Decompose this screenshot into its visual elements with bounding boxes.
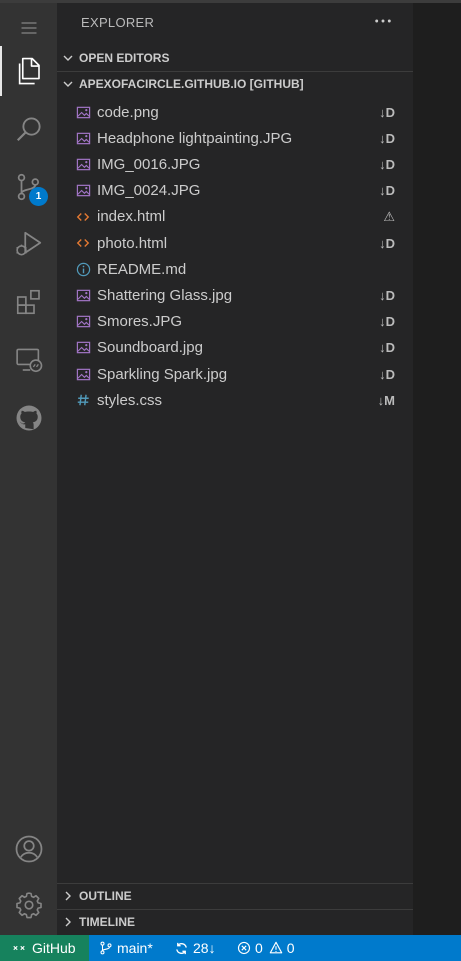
branch-indicator[interactable]: main* bbox=[99, 935, 153, 961]
file-row[interactable]: Headphone lightpainting.JPG ↓D bbox=[57, 125, 413, 151]
sync-indicator[interactable]: 28↓ bbox=[174, 935, 216, 961]
problems-indicator[interactable]: 0 0 bbox=[237, 935, 295, 961]
file-row[interactable]: index.html ⚠ bbox=[57, 204, 413, 230]
image-icon bbox=[75, 314, 91, 330]
file-row[interactable]: README.md bbox=[57, 256, 413, 282]
remote-label: GitHub bbox=[32, 940, 76, 956]
open-editors-label: OPEN EDITORS bbox=[79, 51, 170, 65]
warning-count: 0 bbox=[286, 940, 295, 956]
image-icon bbox=[75, 340, 91, 356]
file-row[interactable]: Soundboard.jpg ↓D bbox=[57, 335, 413, 361]
chevron-right-icon bbox=[57, 910, 79, 934]
file-name: Smores.JPG bbox=[97, 313, 183, 331]
file-status: ↓D bbox=[379, 235, 395, 251]
activity-search[interactable] bbox=[0, 104, 57, 154]
repo-label: APEXOFACIRCLE.GITHUB.IO [GITHUB] bbox=[79, 76, 304, 91]
chevron-down-icon bbox=[57, 72, 79, 96]
file-name: styles.css bbox=[97, 391, 163, 409]
remote-indicator[interactable]: GitHub bbox=[0, 935, 89, 961]
ellipsis-icon bbox=[375, 19, 391, 23]
file-name: Soundboard.jpg bbox=[97, 339, 203, 357]
files-icon bbox=[18, 57, 40, 85]
file-row[interactable]: IMG_0016.JPG ↓D bbox=[57, 151, 413, 177]
repo-section[interactable]: APEXOFACIRCLE.GITHUB.IO [GITHUB] bbox=[57, 71, 413, 95]
file-name: Shattering Glass.jpg bbox=[97, 286, 233, 304]
chevron-right-icon bbox=[57, 884, 79, 908]
editor-area bbox=[413, 3, 461, 935]
timeline-section[interactable]: TIMELINE bbox=[57, 909, 413, 933]
file-name: Headphone lightpainting.JPG bbox=[97, 129, 293, 147]
image-icon bbox=[75, 104, 91, 120]
image-icon bbox=[75, 130, 91, 146]
remote-explorer-icon bbox=[15, 348, 42, 373]
file-status: ↓D bbox=[379, 314, 395, 330]
branch-label: main* bbox=[117, 940, 153, 956]
file-name: IMG_0016.JPG bbox=[97, 155, 201, 173]
file-row[interactable]: Sparkling Spark.jpg ↓D bbox=[57, 361, 413, 387]
extensions-icon bbox=[16, 289, 40, 315]
error-count: 0 bbox=[255, 940, 263, 956]
gear-icon bbox=[15, 892, 42, 919]
error-icon bbox=[237, 941, 251, 955]
activity-explorer[interactable] bbox=[0, 46, 57, 96]
explorer-title: EXPLORER bbox=[81, 15, 155, 30]
file-name: photo.html bbox=[97, 234, 168, 252]
activity-manage[interactable] bbox=[0, 880, 57, 930]
file-status: ↓D bbox=[379, 183, 395, 199]
hamburger-icon bbox=[21, 22, 36, 34]
warning-icon bbox=[269, 941, 283, 954]
file-status: ↓D bbox=[379, 340, 395, 356]
activity-github[interactable] bbox=[0, 393, 57, 443]
sync-count: 28↓ bbox=[193, 940, 216, 956]
file-row[interactable]: styles.css ↓M bbox=[57, 387, 413, 413]
run-debug-icon bbox=[15, 231, 41, 256]
file-name: IMG_0024.JPG bbox=[97, 182, 201, 200]
activity-run-debug[interactable] bbox=[0, 219, 57, 269]
file-name: README.md bbox=[97, 260, 187, 278]
file-status: ↓D bbox=[379, 156, 395, 172]
outline-label: OUTLINE bbox=[79, 888, 132, 903]
file-row[interactable]: photo.html ↓D bbox=[57, 230, 413, 256]
sync-icon bbox=[176, 942, 187, 954]
activity-source-control[interactable]: 1 bbox=[0, 162, 57, 212]
file-status: ⚠ bbox=[383, 208, 395, 224]
status-bar: GitHub main* 28↓ 0 0 bbox=[0, 935, 461, 961]
file-status: ↓D bbox=[379, 366, 395, 382]
branch-icon bbox=[100, 941, 112, 955]
file-row[interactable]: Shattering Glass.jpg ↓D bbox=[57, 282, 413, 308]
timeline-label: TIMELINE bbox=[79, 914, 135, 929]
account-icon bbox=[15, 835, 42, 863]
open-editors-section[interactable]: OPEN EDITORS bbox=[57, 46, 413, 70]
image-icon bbox=[75, 156, 91, 172]
file-status: ↓D bbox=[379, 287, 395, 303]
image-icon bbox=[75, 183, 91, 199]
html-icon bbox=[75, 235, 91, 251]
file-name: Sparkling Spark.jpg bbox=[97, 365, 228, 383]
file-row[interactable]: Smores.JPG ↓D bbox=[57, 309, 413, 335]
github-icon bbox=[16, 405, 41, 431]
more-actions-button[interactable] bbox=[373, 11, 393, 31]
search-icon bbox=[16, 117, 41, 142]
explorer-sidebar: EXPLORER OPEN EDITORS APEXOFACIRCLE.GITH… bbox=[57, 3, 413, 935]
file-name: index.html bbox=[97, 208, 166, 226]
activity-bar: 1 bbox=[0, 3, 57, 935]
chevron-down-icon bbox=[57, 46, 79, 70]
scm-badge: 1 bbox=[29, 187, 48, 206]
file-status: ↓D bbox=[379, 104, 395, 120]
html-icon bbox=[75, 209, 91, 225]
file-row[interactable]: IMG_0024.JPG ↓D bbox=[57, 178, 413, 204]
remote-icon bbox=[13, 945, 25, 951]
file-row[interactable]: code.png ↓D bbox=[57, 99, 413, 125]
outline-section[interactable]: OUTLINE bbox=[57, 883, 413, 907]
file-status: ↓D bbox=[379, 130, 395, 146]
activity-remote-explorer[interactable] bbox=[0, 335, 57, 385]
file-name: code.png bbox=[97, 103, 159, 121]
image-icon bbox=[75, 366, 91, 382]
activity-accounts[interactable] bbox=[0, 824, 57, 874]
file-status: ↓M bbox=[377, 392, 395, 408]
info-icon bbox=[75, 261, 91, 277]
image-icon bbox=[75, 287, 91, 303]
hash-icon bbox=[75, 392, 91, 408]
activity-extensions[interactable] bbox=[0, 277, 57, 327]
